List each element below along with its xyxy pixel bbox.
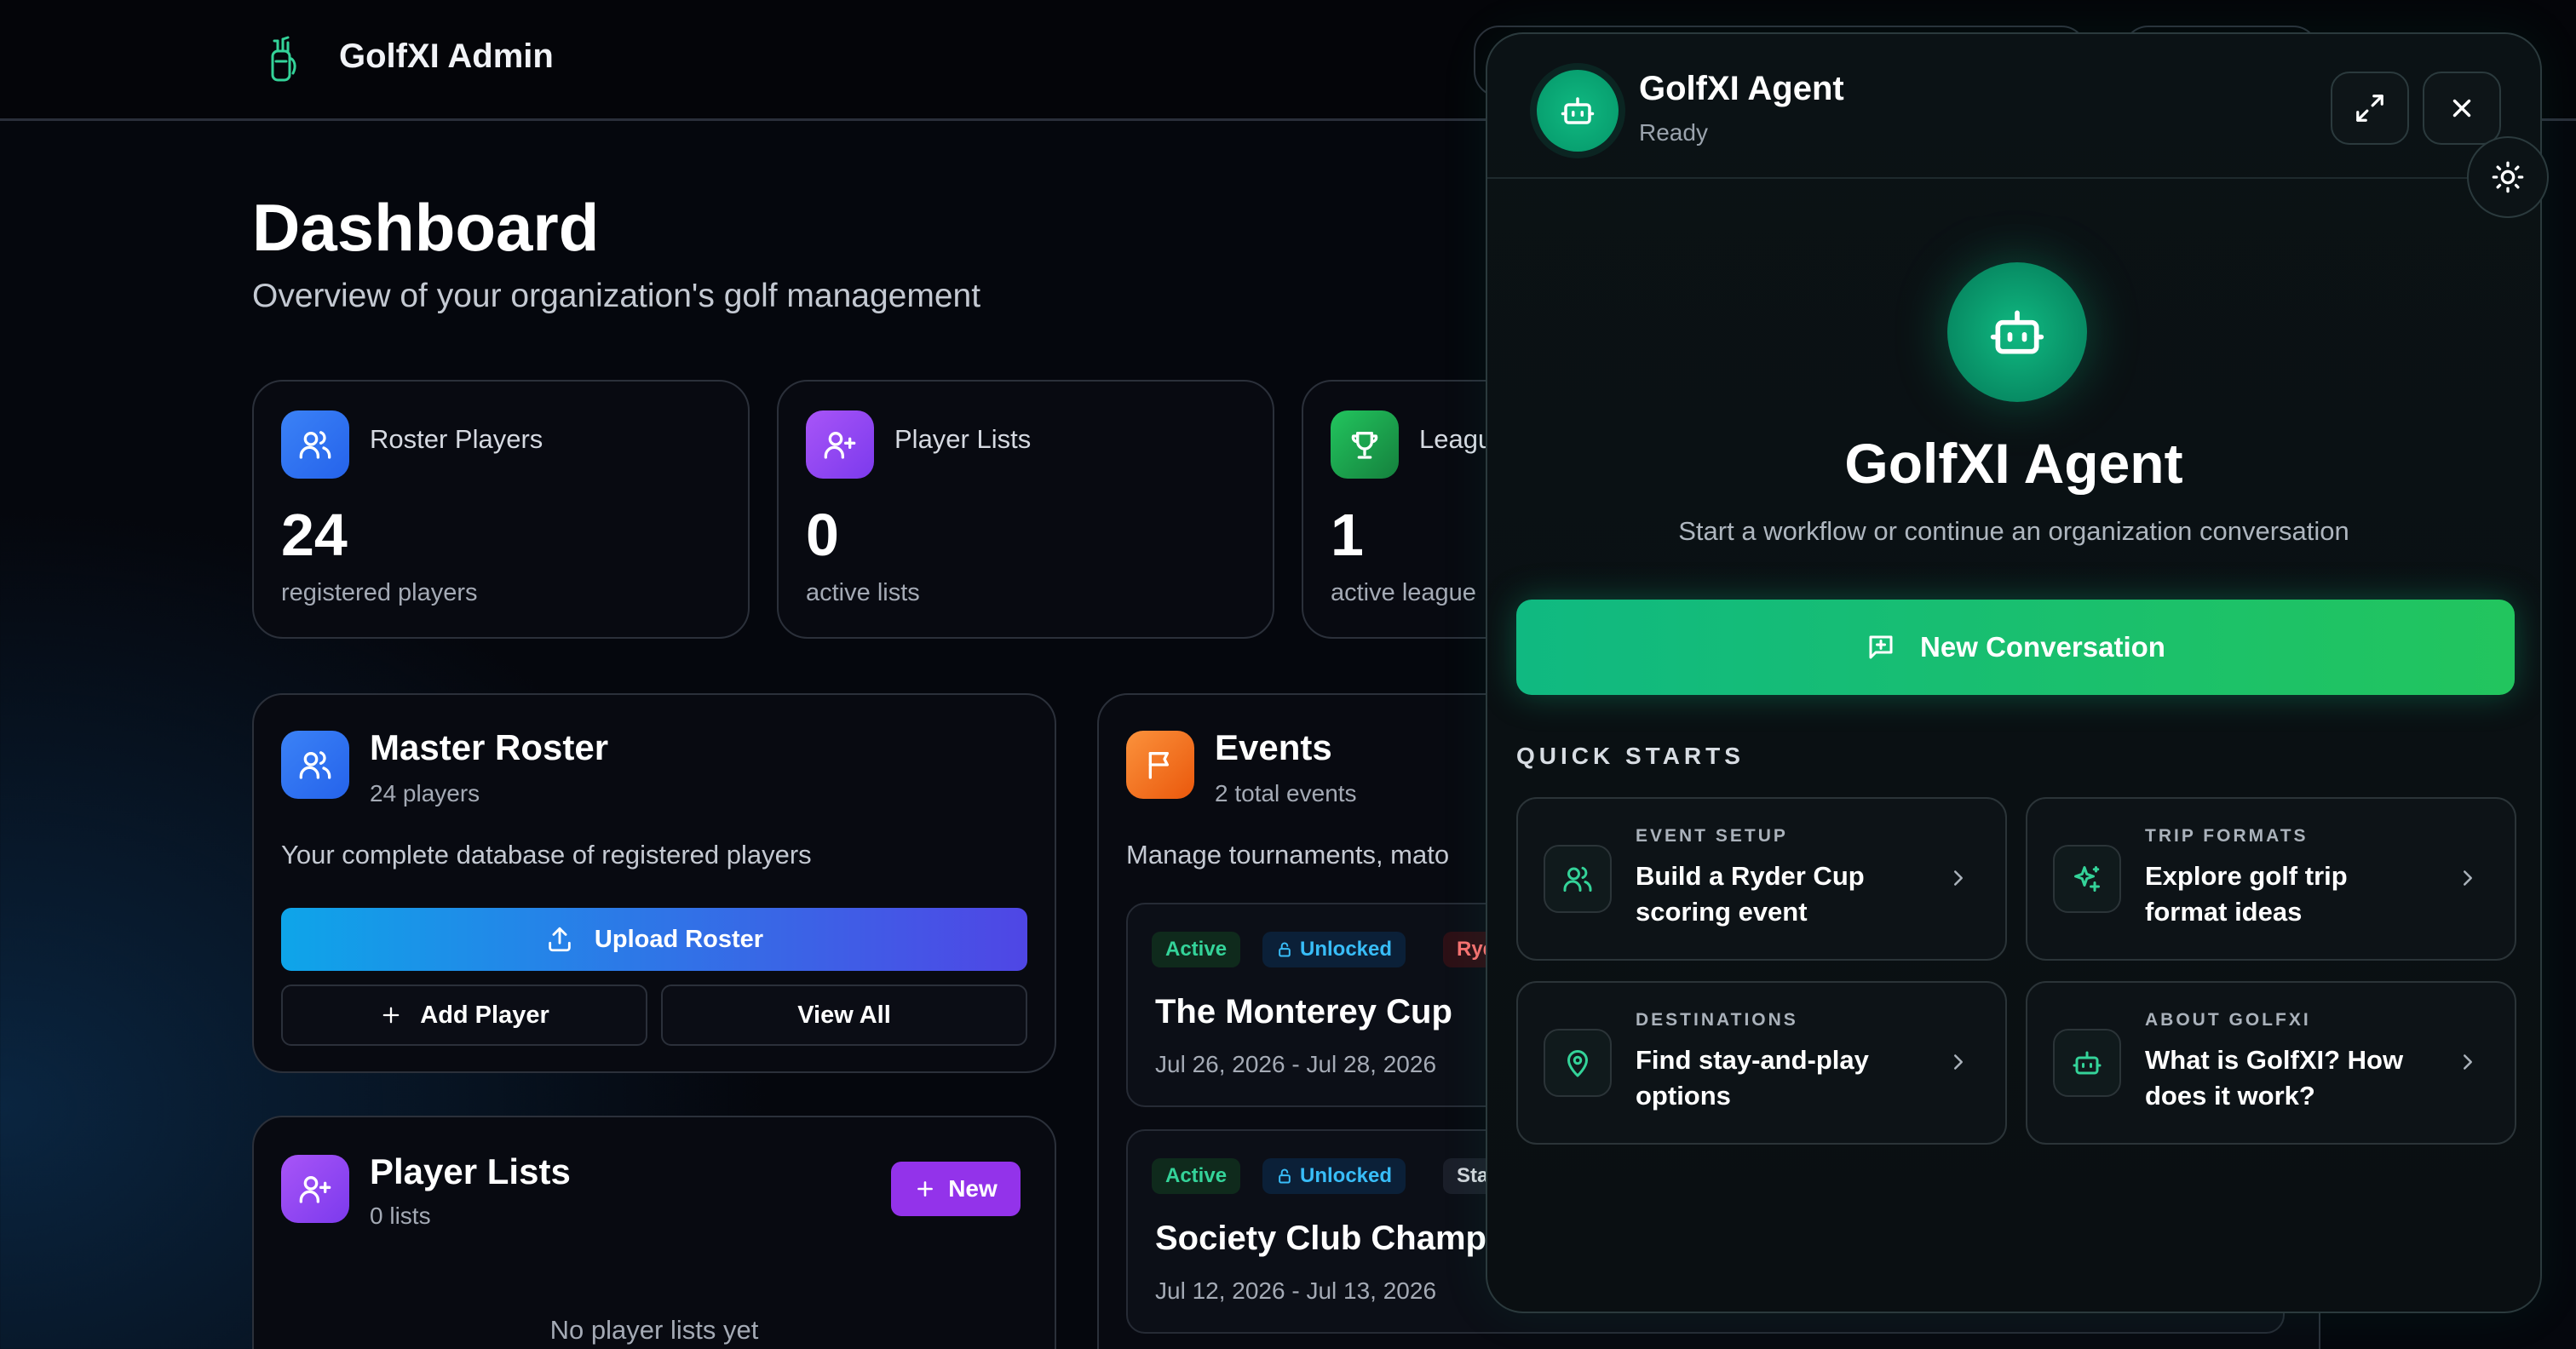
quick-start-text: Find stay-and-play options <box>1636 1045 1869 1111</box>
agent-name: GolfXI Agent <box>1639 70 1844 107</box>
stat-label: Player Lists <box>894 424 1032 454</box>
stat-card-player-lists[interactable]: Player Lists 0 active lists <box>777 380 1274 639</box>
section-title: Events <box>1215 727 1332 767</box>
user-plus-icon <box>281 1155 349 1223</box>
users-icon <box>281 731 349 799</box>
agent-status: Ready <box>1639 119 1708 146</box>
stat-label: Leagu <box>1419 424 1493 454</box>
upload-roster-label: Upload Roster <box>594 925 764 953</box>
section-description: Manage tournaments, mato <box>1126 840 1450 870</box>
flag-icon <box>1126 731 1194 799</box>
agent-hero-subtitle: Start a workflow or continue an organiza… <box>1678 516 2349 546</box>
map-pin-icon <box>1544 1029 1612 1097</box>
page-subtitle: Overview of your organization's golf man… <box>252 278 981 314</box>
trophy-icon <box>1331 410 1399 479</box>
section-count: 24 players <box>370 780 480 807</box>
theme-toggle-button[interactable] <box>2467 136 2549 218</box>
quick-start-category: TRIP FORMATS <box>2145 826 2309 846</box>
quick-start-category: ABOUT GOLFXI <box>2145 1010 2311 1030</box>
section-description: Your complete database of registered pla… <box>281 840 812 870</box>
sun-icon <box>2492 161 2524 193</box>
agent-hero-title: GolfXI Agent <box>1844 432 2183 495</box>
chevron-right-icon <box>2464 1054 2472 1070</box>
upload-roster-button[interactable]: Upload Roster <box>281 908 1027 971</box>
message-plus-icon <box>1869 635 1893 659</box>
player-lists-card: Player Lists 0 lists New No player lists… <box>252 1116 1056 1349</box>
quick-start-text: Explore golf trip format ideas <box>2145 861 2348 927</box>
chevron-right-icon <box>2464 870 2472 886</box>
status-badge: Active <box>1152 1158 1241 1194</box>
quick-start-category: EVENT SETUP <box>1636 826 1788 846</box>
quick-starts-heading: QUICK STARTS <box>1516 743 1745 769</box>
quick-start-event-setup[interactable]: EVENT SETUP Build a Ryder Cup scoring ev… <box>1516 797 2007 961</box>
new-conversation-label: New Conversation <box>1920 631 2165 663</box>
bot-hero-icon <box>1947 262 2087 402</box>
section-title: Master Roster <box>370 727 609 767</box>
unlocked-label: Unlocked <box>1300 1164 1393 1187</box>
view-all-label: View All <box>797 1001 891 1029</box>
users-icon <box>1544 845 1612 913</box>
section-count: 2 total events <box>1215 780 1357 807</box>
user-plus-icon <box>806 410 874 479</box>
add-player-label: Add Player <box>420 1001 549 1029</box>
new-player-list-button[interactable]: New <box>891 1162 1021 1216</box>
stat-sub: active lists <box>806 579 920 606</box>
stat-label: Roster Players <box>370 424 543 454</box>
quick-start-trip-formats[interactable]: TRIP FORMATS Explore golf trip format id… <box>2026 797 2516 961</box>
quick-start-category: DESTINATIONS <box>1636 1010 1798 1030</box>
plus-icon <box>382 1007 400 1024</box>
event-name: The Monterey Cup <box>1155 993 1452 1030</box>
golf-bag-logo-icon <box>264 36 302 83</box>
section-count: 0 lists <box>370 1203 431 1229</box>
quick-start-destinations[interactable]: DESTINATIONS Find stay-and-play options <box>1516 981 2007 1145</box>
chevron-right-icon <box>1954 1054 1963 1070</box>
stat-card-roster-players[interactable]: Roster Players 24 registered players <box>252 380 750 639</box>
bot-icon <box>1537 70 1619 152</box>
stat-value: 24 <box>281 502 348 568</box>
event-name: Society Club Champi <box>1155 1220 1497 1257</box>
sparkles-icon <box>2053 845 2121 913</box>
event-dates: Jul 26, 2026 - Jul 28, 2026 <box>1155 1051 1437 1077</box>
unlocked-label: Unlocked <box>1300 938 1393 961</box>
new-label: New <box>948 1175 998 1202</box>
unlocked-badge: Unlocked <box>1262 1158 1406 1194</box>
chevron-right-icon <box>1954 870 1963 886</box>
brand-name[interactable]: GolfXI Admin <box>339 37 554 76</box>
quick-start-text: What is GolfXI? How does it work? <box>2145 1045 2404 1111</box>
users-icon <box>281 410 349 479</box>
unlock-icon <box>1279 942 1291 957</box>
status-badge: Active <box>1152 932 1241 967</box>
close-icon <box>2452 99 2471 118</box>
agent-panel-header: GolfXI Agent Ready <box>1487 34 2540 179</box>
unlocked-badge: Unlocked <box>1262 932 1406 967</box>
quick-start-text: Build a Ryder Cup scoring event <box>1636 861 1865 927</box>
add-player-button[interactable]: Add Player <box>281 984 647 1046</box>
expand-button[interactable] <box>2331 72 2409 145</box>
master-roster-card: Master Roster 24 players Your complete d… <box>252 693 1056 1073</box>
new-conversation-button[interactable]: New Conversation <box>1516 600 2515 695</box>
stat-value: 1 <box>1331 502 1364 568</box>
agent-panel: GolfXI Agent Ready GolfXI Agent Start a … <box>1486 32 2542 1313</box>
bot-icon <box>2053 1029 2121 1097</box>
close-button[interactable] <box>2423 72 2501 145</box>
event-dates: Jul 12, 2026 - Jul 13, 2026 <box>1155 1277 1437 1304</box>
unlock-icon <box>1279 1168 1291 1184</box>
upload-icon <box>549 927 571 952</box>
quick-start-about-golfxi[interactable]: ABOUT GOLFXI What is GolfXI? How does it… <box>2026 981 2516 1145</box>
page-title: Dashboard <box>252 190 600 265</box>
expand-icon <box>2356 95 2383 122</box>
empty-state-text: No player lists yet <box>549 1315 759 1345</box>
stat-sub: active league <box>1331 579 1476 606</box>
section-title: Player Lists <box>370 1151 571 1191</box>
stat-sub: registered players <box>281 579 478 606</box>
view-all-button[interactable]: View All <box>661 984 1027 1046</box>
plus-icon <box>917 1181 934 1197</box>
stat-value: 0 <box>806 502 839 568</box>
